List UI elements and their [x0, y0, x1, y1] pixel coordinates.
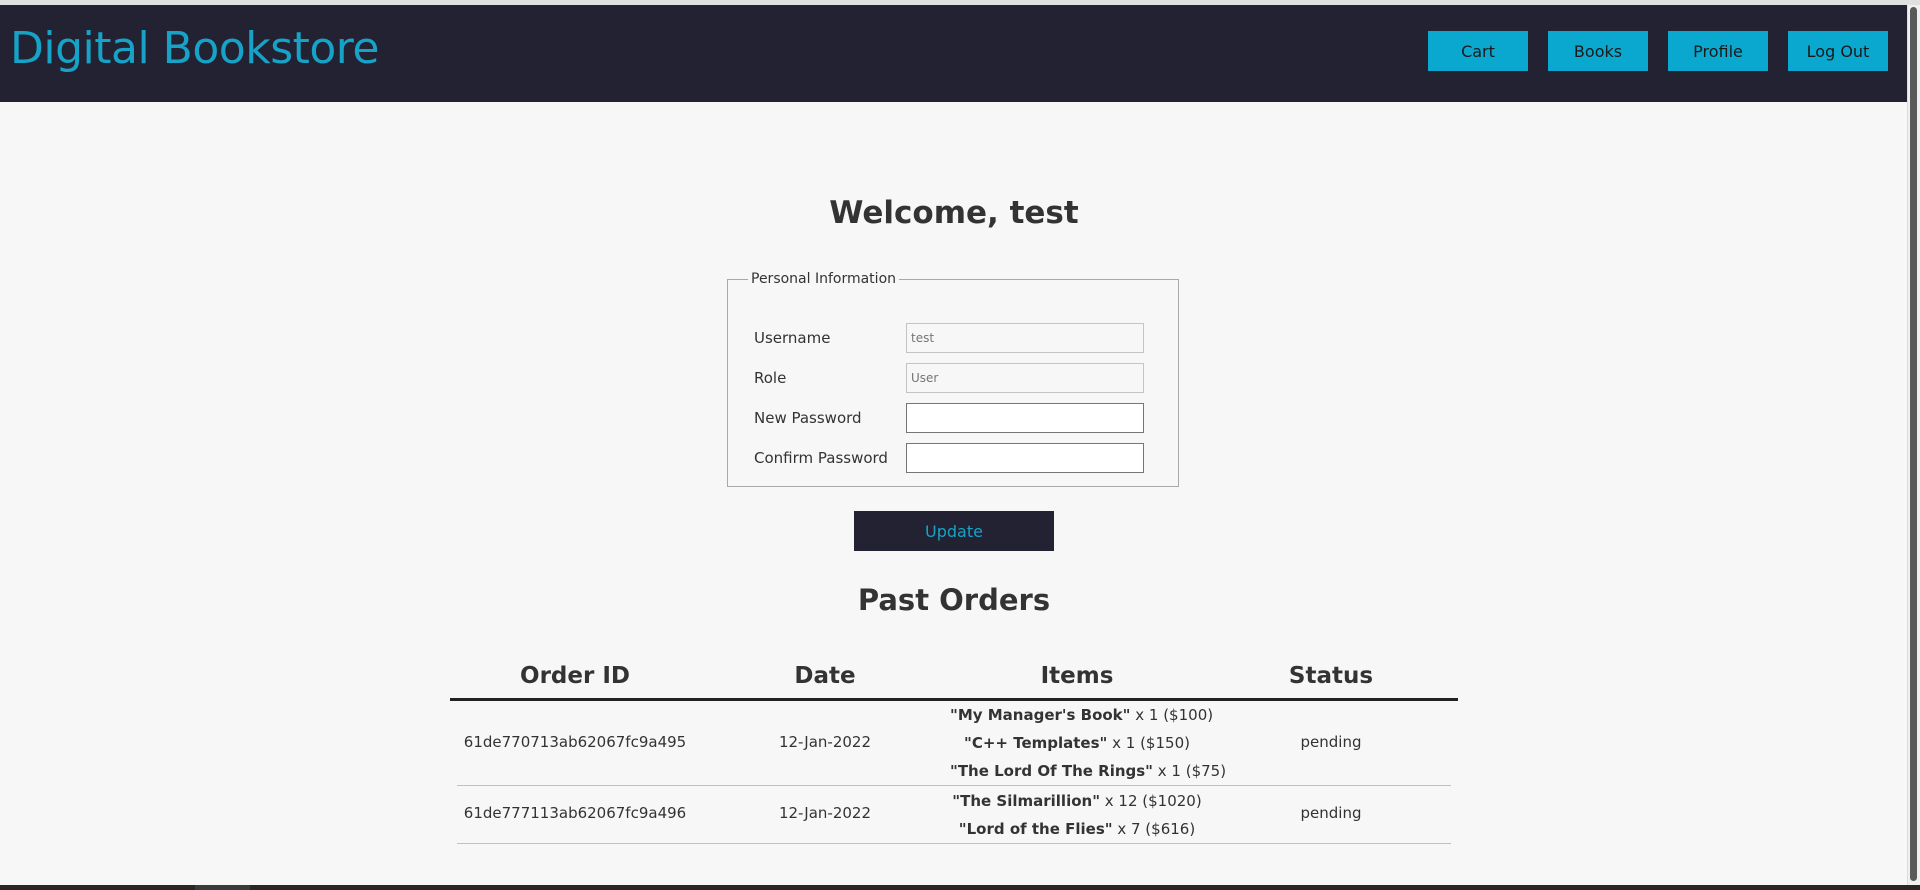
profile-button[interactable]: Profile	[1668, 31, 1768, 71]
column-header-date: Date	[794, 663, 856, 689]
table-row: 61de770713ab62067fc9a495 12-Jan-2022 "My…	[457, 701, 1451, 786]
list-item: "My Manager's Book" x 1 ($100)	[950, 701, 1213, 729]
page-viewport: Digital Bookstore Cart Books Profile Log…	[0, 5, 1908, 885]
username-label: Username	[754, 329, 831, 347]
item-title: "The Silmarillion"	[952, 792, 1101, 810]
table-row: 61de777113ab62067fc9a496 12-Jan-2022 "Th…	[457, 786, 1451, 844]
new-password-field[interactable]	[906, 403, 1144, 433]
past-orders-heading: Past Orders	[857, 583, 1051, 617]
status-cell: pending	[1300, 733, 1362, 751]
item-detail: x 1 ($75)	[1153, 762, 1227, 780]
item-detail: x 7 ($616)	[1112, 820, 1196, 838]
window-bottom-edge	[0, 885, 1920, 890]
order-id-cell: 61de770713ab62067fc9a495	[463, 733, 687, 751]
order-id-cell: 61de777113ab62067fc9a496	[463, 804, 687, 822]
column-header-items: Items	[1040, 663, 1114, 689]
column-header-status: Status	[1288, 663, 1374, 689]
books-button[interactable]: Books	[1548, 31, 1648, 71]
update-button[interactable]: Update	[854, 511, 1054, 551]
username-field[interactable]	[906, 323, 1144, 353]
vertical-scrollbar[interactable]	[1907, 5, 1920, 885]
item-title: "Lord of the Flies"	[958, 820, 1113, 838]
date-cell: 12-Jan-2022	[778, 804, 872, 822]
items-cell: "The Silmarillion" x 12 ($1020) "Lord of…	[950, 787, 1204, 843]
new-password-row: New Password	[754, 403, 1154, 433]
username-row: Username	[754, 323, 1154, 353]
item-detail: x 1 ($100)	[1130, 706, 1214, 724]
item-detail: x 1 ($150)	[1107, 734, 1190, 752]
item-title: "C++ Templates"	[964, 734, 1108, 752]
list-item: "Lord of the Flies" x 7 ($616)	[950, 815, 1204, 843]
role-label: Role	[754, 369, 787, 387]
orders-table: Order ID Date Items Status 61de770713ab6…	[450, 655, 1458, 844]
taskbar-tab	[195, 885, 250, 890]
brand-title[interactable]: Digital Bookstore	[10, 23, 379, 74]
personal-information-fieldset: Personal Information Username Role New P…	[727, 271, 1179, 487]
list-item: "The Silmarillion" x 12 ($1020)	[950, 787, 1204, 815]
orders-table-header: Order ID Date Items Status	[450, 655, 1458, 701]
role-row: Role	[754, 363, 1154, 393]
item-detail: x 12 ($1020)	[1100, 792, 1202, 810]
status-cell: pending	[1300, 804, 1362, 822]
confirm-password-label: Confirm Password	[754, 449, 888, 467]
cart-button[interactable]: Cart	[1428, 31, 1528, 71]
confirm-password-row: Confirm Password	[754, 443, 1154, 473]
welcome-heading: Welcome, test	[829, 195, 1079, 231]
logout-button[interactable]: Log Out	[1788, 31, 1888, 71]
item-title: "The Lord Of The Rings"	[950, 762, 1153, 780]
role-field[interactable]	[906, 363, 1144, 393]
scrollbar-thumb[interactable]	[1910, 7, 1917, 881]
item-title: "My Manager's Book"	[950, 706, 1131, 724]
confirm-password-field[interactable]	[906, 443, 1144, 473]
list-item: "C++ Templates" x 1 ($150)	[950, 729, 1204, 757]
column-header-order-id: Order ID	[520, 663, 630, 689]
items-cell: "My Manager's Book" x 1 ($100) "C++ Temp…	[950, 701, 1226, 785]
personal-information-legend: Personal Information	[751, 271, 897, 287]
navbar: Digital Bookstore Cart Books Profile Log…	[0, 5, 1908, 102]
new-password-label: New Password	[754, 409, 862, 427]
list-item: "The Lord Of The Rings" x 1 ($75)	[950, 757, 1226, 785]
date-cell: 12-Jan-2022	[778, 733, 872, 751]
